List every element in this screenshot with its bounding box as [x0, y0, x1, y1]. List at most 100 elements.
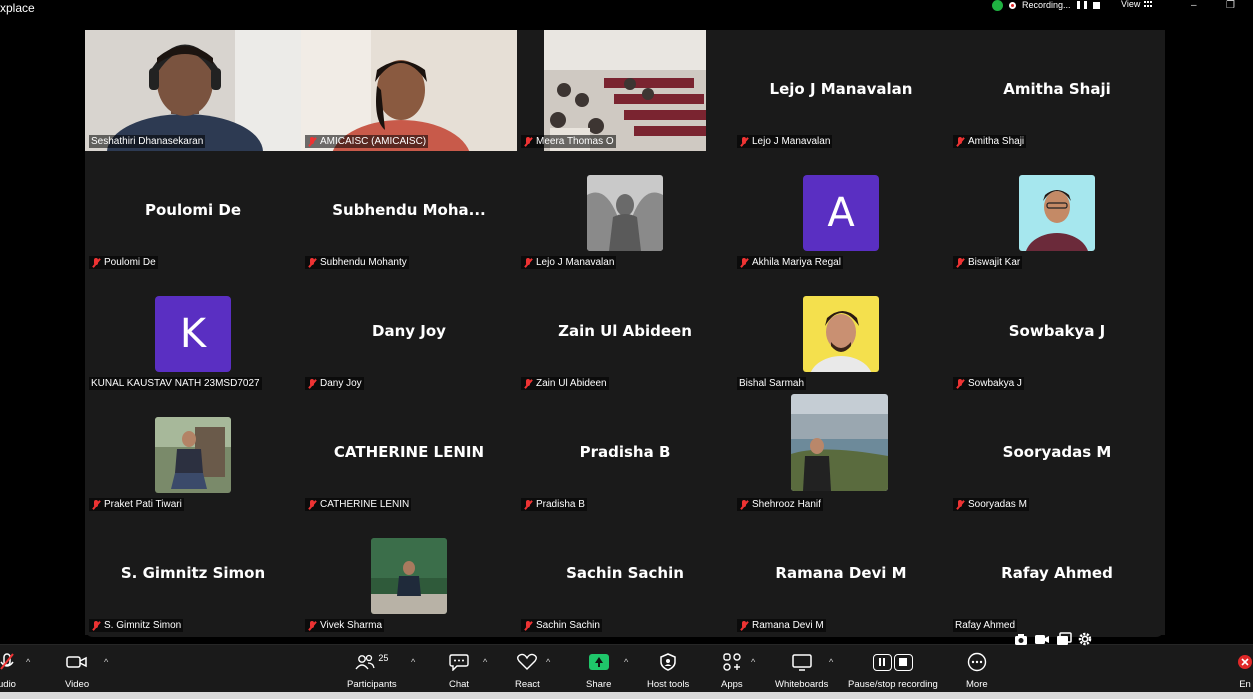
participant-name-display: Zain Ul Abideen: [558, 322, 692, 340]
participant-tile[interactable]: Dany Joy Dany Joy: [301, 272, 517, 393]
profile-photo: [587, 175, 663, 251]
react-button[interactable]: React: [515, 651, 540, 690]
participants-options-caret-icon[interactable]: ^: [411, 657, 415, 667]
participant-tile[interactable]: A Akhila Mariya Regal: [733, 151, 949, 272]
video-button[interactable]: Video: [65, 651, 89, 690]
participant-name-display: Poulomi De: [144, 201, 242, 219]
participant-tile[interactable]: Ramana Devi M Ramana Devi M: [733, 514, 949, 635]
muted-mic-icon: [955, 257, 965, 268]
participant-tile[interactable]: S. Gimnitz Simon S. Gimnitz Simon: [85, 514, 301, 635]
whiteboards-options-caret-icon[interactable]: ^: [829, 657, 833, 667]
participant-avatar: K: [155, 296, 231, 372]
participant-label: Praket Pati Tiwari: [89, 498, 184, 511]
participant-label: Akhila Mariya Regal: [737, 256, 843, 269]
pause-stop-recording-button[interactable]: Pause/stop recording: [848, 651, 938, 690]
minimize-button[interactable]: –: [1191, 0, 1197, 11]
end-call-icon: [1238, 655, 1252, 669]
participant-tile[interactable]: Rafay Ahmed Rafay Ahmed: [949, 514, 1165, 635]
muted-mic-icon: [955, 136, 965, 147]
participant-tile[interactable]: Lejo J Manavalan Lejo J Manavalan: [733, 30, 949, 151]
react-options-caret-icon[interactable]: ^: [546, 657, 550, 667]
participant-video: [85, 30, 301, 151]
participants-icon: [355, 654, 375, 670]
title-bar: xplace Recording... View – ❐: [0, 0, 1253, 20]
participant-label: CATHERINE LENIN: [305, 498, 412, 511]
participant-tile[interactable]: AMICAISC (AMICAISC): [301, 30, 517, 151]
participant-label: Sooryadas M: [953, 498, 1029, 511]
view-button[interactable]: View: [1121, 0, 1154, 9]
video-options-caret-icon[interactable]: ^: [104, 657, 108, 667]
participant-name-display: Dany Joy: [372, 322, 446, 340]
meeting-stage: Seshathiri Dhanasekaran AMICAISC (AMICAI…: [0, 20, 1253, 644]
participant-tile[interactable]: Poulomi De Poulomi De: [85, 151, 301, 272]
video-camera-icon[interactable]: [1034, 632, 1050, 646]
participant-tile[interactable]: Seshathiri Dhanasekaran: [85, 30, 301, 151]
muted-mic-icon: [307, 499, 317, 510]
participant-tile[interactable]: Subhendu Moha... Subhendu Mohanty: [301, 151, 517, 272]
participant-tile[interactable]: Bishal Sarmah: [733, 272, 949, 393]
end-meeting-button[interactable]: En: [1237, 651, 1253, 690]
more-button[interactable]: More: [966, 651, 988, 690]
participant-label: S. Gimnitz Simon: [89, 619, 184, 632]
participant-name-display: Sooryadas M: [1002, 443, 1112, 461]
gallery-panel: Seshathiri Dhanasekaran AMICAISC (AMICAI…: [85, 30, 1165, 637]
participant-tile[interactable]: Shehrooz Hanif: [733, 393, 949, 514]
camera-icon[interactable]: [1014, 632, 1028, 646]
taskbar-strip: [0, 692, 1253, 699]
muted-mic-icon: [91, 257, 101, 268]
participant-tile[interactable]: Vivek Sharma: [301, 514, 517, 635]
apps-options-caret-icon[interactable]: ^: [751, 657, 755, 667]
participant-label: Shehrooz Hanif: [737, 498, 823, 511]
whiteboard-icon: [791, 654, 812, 671]
host-tools-button[interactable]: Host tools: [647, 651, 689, 690]
participant-avatar: A: [803, 175, 879, 251]
video-camera-icon: [66, 656, 87, 668]
participant-tile[interactable]: Biswajit Kar: [949, 151, 1165, 272]
audio-options-caret-icon[interactable]: ^: [26, 657, 30, 667]
share-button[interactable]: Share: [586, 651, 611, 690]
recording-indicator[interactable]: Recording...: [992, 0, 1100, 11]
muted-mic-icon: [739, 257, 749, 268]
profile-photo: [371, 538, 447, 614]
share-screen-icon: [588, 654, 609, 670]
multi-window-icon[interactable]: [1056, 632, 1072, 646]
share-options-caret-icon[interactable]: ^: [624, 657, 628, 667]
participant-label: Sowbakya J: [953, 377, 1024, 390]
shield-icon: [660, 653, 676, 671]
muted-mic-icon: [523, 257, 533, 268]
whiteboards-button[interactable]: Whiteboards: [775, 651, 828, 690]
chat-button[interactable]: Chat: [449, 651, 469, 690]
participant-tile[interactable]: Sachin Sachin Sachin Sachin: [517, 514, 733, 635]
participant-label: Poulomi De: [89, 256, 158, 269]
floating-controls: [1014, 632, 1092, 646]
participant-label: Lejo J Manavalan: [521, 256, 617, 269]
participant-label: Subhendu Mohanty: [305, 256, 409, 269]
participant-tile[interactable]: Amitha Shaji Amitha Shaji: [949, 30, 1165, 151]
audio-button[interactable]: udio: [0, 651, 16, 690]
participant-label: Bishal Sarmah: [737, 377, 807, 390]
participant-name-display: S. Gimnitz Simon: [120, 564, 266, 582]
stop-recording-icon[interactable]: [1092, 1, 1100, 9]
window-title: xplace: [0, 1, 35, 15]
participant-tile[interactable]: Praket Pati Tiwari: [85, 393, 301, 514]
muted-mic-icon: [523, 499, 533, 510]
participant-tile[interactable]: Pradisha B Pradisha B: [517, 393, 733, 514]
participants-button[interactable]: 25 Participants: [347, 651, 397, 690]
participant-name-display: Sachin Sachin: [566, 564, 684, 582]
participant-tile[interactable]: Sowbakya J Sowbakya J: [949, 272, 1165, 393]
participant-label: Seshathiri Dhanasekaran: [89, 135, 206, 148]
participant-tile[interactable]: CATHERINE LENIN CATHERINE LENIN: [301, 393, 517, 514]
restore-button[interactable]: ❐: [1226, 0, 1235, 11]
apps-icon: [723, 653, 741, 671]
participant-tile[interactable]: Sooryadas M Sooryadas M: [949, 393, 1165, 514]
participant-label: Zain Ul Abideen: [521, 377, 609, 390]
participant-tile[interactable]: Zain Ul Abideen Zain Ul Abideen: [517, 272, 733, 393]
participant-tile[interactable]: K KUNAL KAUSTAV NATH 23MSD7027: [85, 272, 301, 393]
heart-react-icon: [517, 653, 538, 670]
apps-button[interactable]: Apps: [721, 651, 743, 690]
participant-tile[interactable]: Meera Thomas O: [517, 30, 733, 151]
pause-recording-icon[interactable]: [1076, 1, 1087, 9]
settings-gear-icon[interactable]: [1078, 632, 1092, 646]
participant-tile[interactable]: Lejo J Manavalan: [517, 151, 733, 272]
chat-options-caret-icon[interactable]: ^: [483, 657, 487, 667]
